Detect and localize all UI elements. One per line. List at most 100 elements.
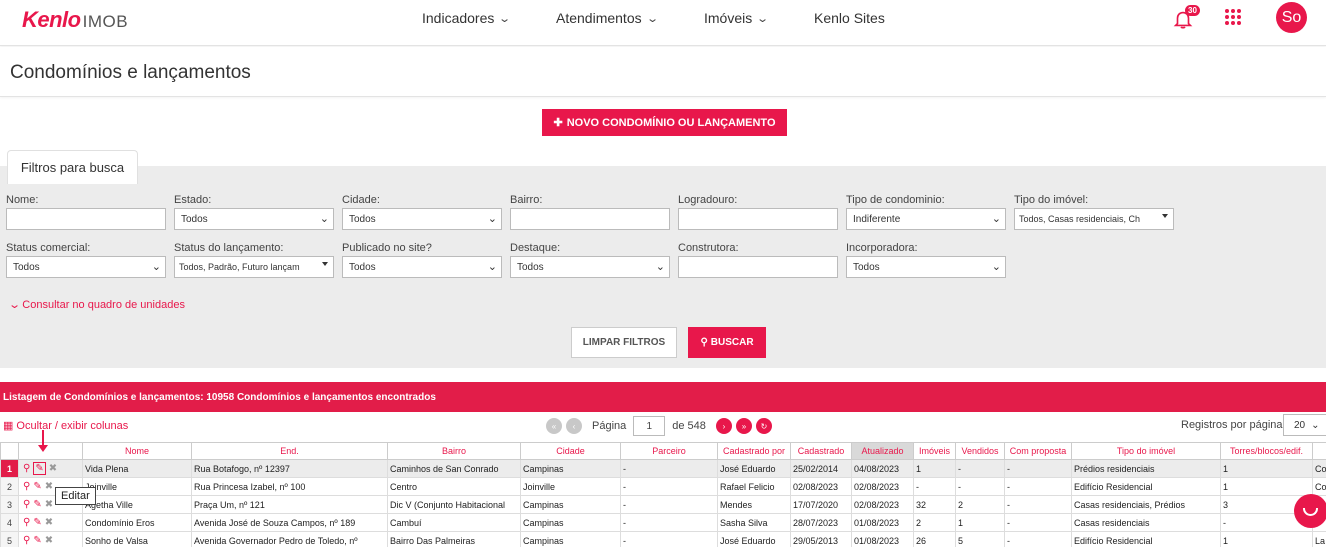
condominiums-table: Nome End. Bairro Cidade Parceiro Cadastr… bbox=[0, 442, 1326, 547]
search-icon[interactable]: ⚲ bbox=[23, 463, 30, 474]
close-icon[interactable]: ✖ bbox=[45, 535, 53, 546]
prev-page-icon[interactable]: ‹ bbox=[566, 418, 582, 434]
chevron-down-icon: ⌄ bbox=[487, 261, 497, 273]
col-cidade[interactable]: Cidade bbox=[520, 442, 621, 460]
table-icon: ▦ bbox=[3, 420, 14, 432]
label-destaque: Destaque: bbox=[510, 242, 561, 254]
consult-units-link[interactable]: ⌄ Consultar no quadro de unidades bbox=[8, 298, 185, 311]
table-row[interactable]: 3 ⚲ ✎ ✖ Agetha Ville Praça Um, nº 121 Dic … bbox=[0, 495, 1326, 514]
chevron-down-icon: ⌄ bbox=[645, 12, 659, 25]
table-row[interactable]: 2 ⚲ ✎ ✖ Joinville Rua Princesa Izabel, nº … bbox=[0, 477, 1326, 496]
edit-tooltip: Editar bbox=[55, 487, 96, 505]
label-bairro: Bairro: bbox=[510, 194, 543, 206]
estado-select[interactable]: Todos ⌄ bbox=[174, 208, 334, 230]
page-input[interactable]: 1 bbox=[633, 416, 666, 436]
per-page-select[interactable]: 20 ⌄ bbox=[1283, 414, 1326, 436]
edit-icon[interactable]: ✎ bbox=[33, 535, 41, 546]
refresh-icon[interactable]: ↻ bbox=[755, 418, 772, 434]
col-rownum bbox=[0, 442, 19, 460]
per-page-label: Registros por página bbox=[1181, 419, 1283, 431]
table-row[interactable]: 1 ⚲ ✎ ✖ Vida Plena Rua Botafogo, nº 12397 … bbox=[0, 459, 1326, 478]
search-icon[interactable]: ⚲ bbox=[23, 535, 30, 546]
label-incorporadora: Incorporadora: bbox=[846, 242, 918, 254]
label-logradouro: Logradouro: bbox=[678, 194, 738, 206]
col-com-proposta[interactable]: Com proposta bbox=[1004, 442, 1072, 460]
col-imoveis[interactable]: Imóveis bbox=[913, 442, 956, 460]
nav-imoveis[interactable]: Imóveis ⌄ bbox=[704, 10, 770, 26]
chat-button[interactable] bbox=[1294, 494, 1326, 528]
destaque-select[interactable]: Todos ⌄ bbox=[510, 256, 670, 278]
nav-indicadores[interactable]: Indicadores ⌄ bbox=[422, 10, 512, 26]
clear-filters-button[interactable]: LIMPAR FILTROS bbox=[571, 327, 677, 358]
apps-grid-icon[interactable] bbox=[1225, 9, 1241, 25]
toggle-columns-link[interactable]: ▦ Ocultar / exibir colunas bbox=[3, 419, 128, 433]
label-status-lancamento: Status do lançamento: bbox=[174, 242, 284, 254]
tab-filters[interactable]: Filtros para busca bbox=[7, 150, 138, 184]
tipo-imovel-select[interactable]: Todos, Casas residenciais, Ch bbox=[1014, 208, 1174, 230]
search-icon[interactable]: ⚲ bbox=[23, 517, 30, 528]
bairro-input[interactable] bbox=[510, 208, 670, 230]
search-icon[interactable]: ⚲ bbox=[23, 499, 30, 510]
col-atualizado[interactable]: Atualizado bbox=[851, 442, 914, 460]
chevron-down-icon: ⌄ bbox=[756, 12, 770, 25]
label-construtora: Construtora: bbox=[678, 242, 739, 254]
avatar[interactable]: So bbox=[1276, 2, 1307, 33]
chevron-down-icon: ⌄ bbox=[498, 12, 512, 25]
table-row[interactable]: 5 ⚲ ✎ ✖ Sonho de Valsa Avenida Governador … bbox=[0, 531, 1326, 547]
chevron-down-icon: ⌄ bbox=[655, 261, 665, 273]
pagination: « ‹ Página 1 de 548 › » ↻ bbox=[546, 416, 772, 436]
col-nome[interactable]: Nome bbox=[82, 442, 192, 460]
tipo-condominio-select[interactable]: Indiferente ⌄ bbox=[846, 208, 1006, 230]
logradouro-input[interactable] bbox=[678, 208, 838, 230]
table-row[interactable]: 4 ⚲ ✎ ✖ Condomínio Eros Avenida José de So… bbox=[0, 513, 1326, 532]
cidade-select[interactable]: Todos ⌄ bbox=[342, 208, 502, 230]
chevron-down-icon: ⌄ bbox=[487, 213, 497, 225]
first-page-icon[interactable]: « bbox=[546, 418, 562, 434]
construtora-input[interactable] bbox=[678, 256, 838, 278]
col-bairro[interactable]: Bairro bbox=[387, 442, 521, 460]
close-icon[interactable]: ✖ bbox=[45, 499, 53, 510]
close-icon[interactable]: ✖ bbox=[45, 517, 53, 528]
col-cadastrado[interactable]: Cadastrado bbox=[790, 442, 852, 460]
incorporadora-select[interactable]: Todos ⌄ bbox=[846, 256, 1006, 278]
edit-icon[interactable]: ✎ bbox=[33, 481, 41, 492]
listing-header: Listagem de Condomínios e lançamentos: 1… bbox=[0, 382, 1326, 412]
kenlo-logo[interactable]: Kenlo IMOB bbox=[22, 7, 128, 33]
col-vendidos[interactable]: Vendidos bbox=[955, 442, 1005, 460]
col-tipo-imovel[interactable]: Tipo do imóvel bbox=[1071, 442, 1221, 460]
label-tipo-condominio: Tipo de condominio: bbox=[846, 194, 945, 206]
close-icon[interactable]: ✖ bbox=[49, 463, 57, 474]
col-parceiro[interactable]: Parceiro bbox=[620, 442, 718, 460]
next-page-icon[interactable]: › bbox=[715, 418, 732, 434]
nav-kenlo-sites[interactable]: Kenlo Sites bbox=[814, 10, 885, 26]
col-extra bbox=[1312, 442, 1326, 460]
page-title: Condomínios e lançamentos bbox=[10, 62, 251, 83]
col-end[interactable]: End. bbox=[191, 442, 388, 460]
nav-atendimentos[interactable]: Atendimentos ⌄ bbox=[556, 10, 659, 26]
chevron-down-icon: ⌄ bbox=[991, 213, 1001, 225]
close-icon[interactable]: ✖ bbox=[45, 481, 53, 492]
label-tipo-imovel: Tipo do imóvel: bbox=[1014, 194, 1089, 206]
search-icon[interactable]: ⚲ bbox=[23, 481, 30, 492]
edit-icon[interactable]: ✎ bbox=[33, 499, 41, 510]
col-cadastrado-por[interactable]: Cadastrado por bbox=[717, 442, 791, 460]
chat-icon bbox=[1303, 508, 1318, 516]
table-header-row: Nome End. Bairro Cidade Parceiro Cadastr… bbox=[0, 442, 1326, 460]
col-torres[interactable]: Torres/blocos/edif. bbox=[1220, 442, 1313, 460]
nome-input[interactable] bbox=[6, 208, 166, 230]
chevron-down-icon: ⌄ bbox=[1311, 419, 1320, 431]
chevron-down-icon: ⌄ bbox=[319, 213, 329, 225]
label-nome: Nome: bbox=[6, 194, 39, 206]
last-page-icon[interactable]: » bbox=[735, 418, 752, 434]
search-button[interactable]: ⚲ BUSCAR bbox=[688, 327, 766, 358]
label-estado: Estado: bbox=[174, 194, 212, 206]
notification-badge: 30 bbox=[1185, 5, 1200, 16]
edit-icon[interactable]: ✎ bbox=[33, 462, 46, 475]
edit-icon[interactable]: ✎ bbox=[33, 517, 41, 528]
chevron-down-icon: ⌄ bbox=[991, 261, 1001, 273]
publicado-select[interactable]: Todos ⌄ bbox=[342, 256, 502, 278]
status-lancamento-select[interactable]: Todos, Padrão, Futuro lançam bbox=[174, 256, 334, 278]
status-comercial-select[interactable]: Todos ⌄ bbox=[6, 256, 166, 278]
caret-down-icon bbox=[322, 262, 328, 266]
new-condominium-button[interactable]: ✚ NOVO CONDOMÍNIO OU LANÇAMENTO bbox=[542, 109, 787, 136]
